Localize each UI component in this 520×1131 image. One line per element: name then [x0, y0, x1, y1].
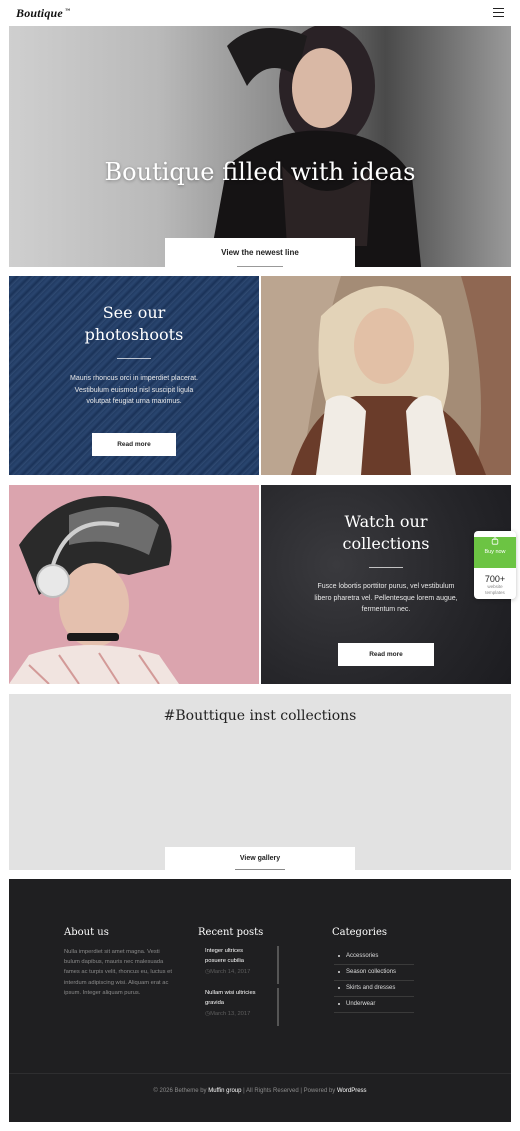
hero-model-image [208, 26, 422, 267]
fur-jacket-model-image [261, 276, 511, 475]
category-link-season-collections[interactable]: Season collections [334, 965, 414, 981]
collections-text-line2: libero pharetra vel. Pellentesque lorem … [314, 594, 458, 602]
recent-post-date: ◷March 13, 2017 [205, 1011, 277, 1017]
collections-text: Fusce lobortis porttitor purus, vel vest… [289, 581, 483, 616]
recent-post-title-line1: Nullam wisi ultricies [205, 990, 256, 996]
view-gallery-button[interactable]: View gallery [165, 847, 355, 870]
category-link-accessories[interactable]: Accessories [334, 949, 414, 965]
category-link-underwear[interactable]: Underwear [334, 997, 414, 1013]
site-footer: About us Nulla imperdiet sit amet magna.… [9, 879, 511, 1122]
view-newest-line-button[interactable]: View the newest line [165, 238, 355, 267]
instagram-title: #Bouttique inst collections [163, 708, 357, 724]
recent-post-date-text: March 13, 2017 [210, 1011, 251, 1017]
footer-divider [9, 1073, 511, 1074]
photoshoots-text-line1: Mauris rhoncus orci in imperdiet placera… [70, 375, 198, 382]
copyright-text: © 2026 Betheme by Muffin group | All Rig… [9, 1088, 511, 1094]
recent-post-item[interactable]: Nullam wisi ultricies gravida ◷March 13,… [199, 988, 279, 1026]
photoshoots-divider [117, 358, 151, 359]
site-logo[interactable]: Boutique ™ [16, 6, 70, 21]
photoshoots-tile: See our photoshoots Mauris rhoncus orci … [9, 276, 259, 475]
collections-text-line1: Fusce lobortis porttitor purus, vel vest… [317, 583, 455, 590]
buy-now-label: Buy now [484, 549, 506, 555]
recent-post-title-line2: gravida [205, 1000, 225, 1006]
site-header: Boutique ™ [0, 0, 520, 26]
category-link-skirts-dresses[interactable]: Skirts and dresses [334, 981, 414, 997]
instagram-section: #Bouttique inst collections View gallery [9, 694, 511, 870]
recent-post-item[interactable]: Integer ultrices posuere cubilia ◷March … [199, 946, 279, 984]
buy-now-widget[interactable]: Buy now 700+ website templates [474, 531, 516, 599]
collections-text-line3: fermentum nec. [361, 606, 411, 613]
photoshoots-text-line3: volutpat feugiat urna maximus. [86, 398, 182, 405]
logo-trademark: ™ [64, 9, 71, 14]
cart-icon [491, 537, 499, 545]
wordpress-link[interactable]: WordPress [337, 1088, 367, 1094]
categories-heading: Categories [332, 927, 387, 938]
recent-post-date-text: March 14, 2017 [210, 969, 251, 975]
hero-title: Boutique filled with ideas [104, 158, 416, 186]
photoshoots-text-line2: Vestibulum euismod nisl suscipit ligula [74, 386, 194, 394]
hero-banner: Boutique filled with ideas View the newe… [9, 26, 511, 267]
muffin-group-link[interactable]: Muffin group [208, 1088, 241, 1094]
about-us-heading: About us [64, 927, 109, 938]
photoshoots-read-more-button[interactable]: Read more [92, 433, 176, 456]
logo-text: Boutique [16, 6, 63, 20]
copyright-prefix: © 2026 Betheme by [153, 1088, 207, 1094]
fur-jacket-photo [261, 276, 511, 475]
templates-count: 700+ [484, 574, 506, 584]
collections-divider [369, 567, 403, 568]
recent-post-title-line1: Integer ultrices [205, 948, 244, 954]
buy-now-button[interactable]: Buy now [474, 537, 516, 568]
recent-post-title-line2: posuere cubilia [205, 958, 244, 964]
about-us-text: Nulla imperdiet sit amet magna. Vesti bu… [64, 949, 172, 996]
copyright-middle: | All Rights Reserved | Powered by [243, 1088, 336, 1094]
photoshoots-title-line2: photoshoots [84, 325, 184, 344]
headphones-photo [9, 485, 259, 684]
photoshoots-text: Mauris rhoncus orci in imperdiet placera… [43, 373, 225, 408]
photoshoots-title-line1: See our [102, 303, 166, 322]
collections-read-more-button[interactable]: Read more [338, 643, 434, 666]
headphones-model-image [9, 485, 259, 684]
recent-post-date: ◷March 14, 2017 [205, 969, 277, 975]
hamburger-menu-icon[interactable] [493, 8, 504, 17]
collections-title-line1: Watch our [344, 512, 428, 531]
templates-sub-line2: templates [485, 589, 505, 595]
recent-posts-heading: Recent posts [198, 927, 264, 938]
